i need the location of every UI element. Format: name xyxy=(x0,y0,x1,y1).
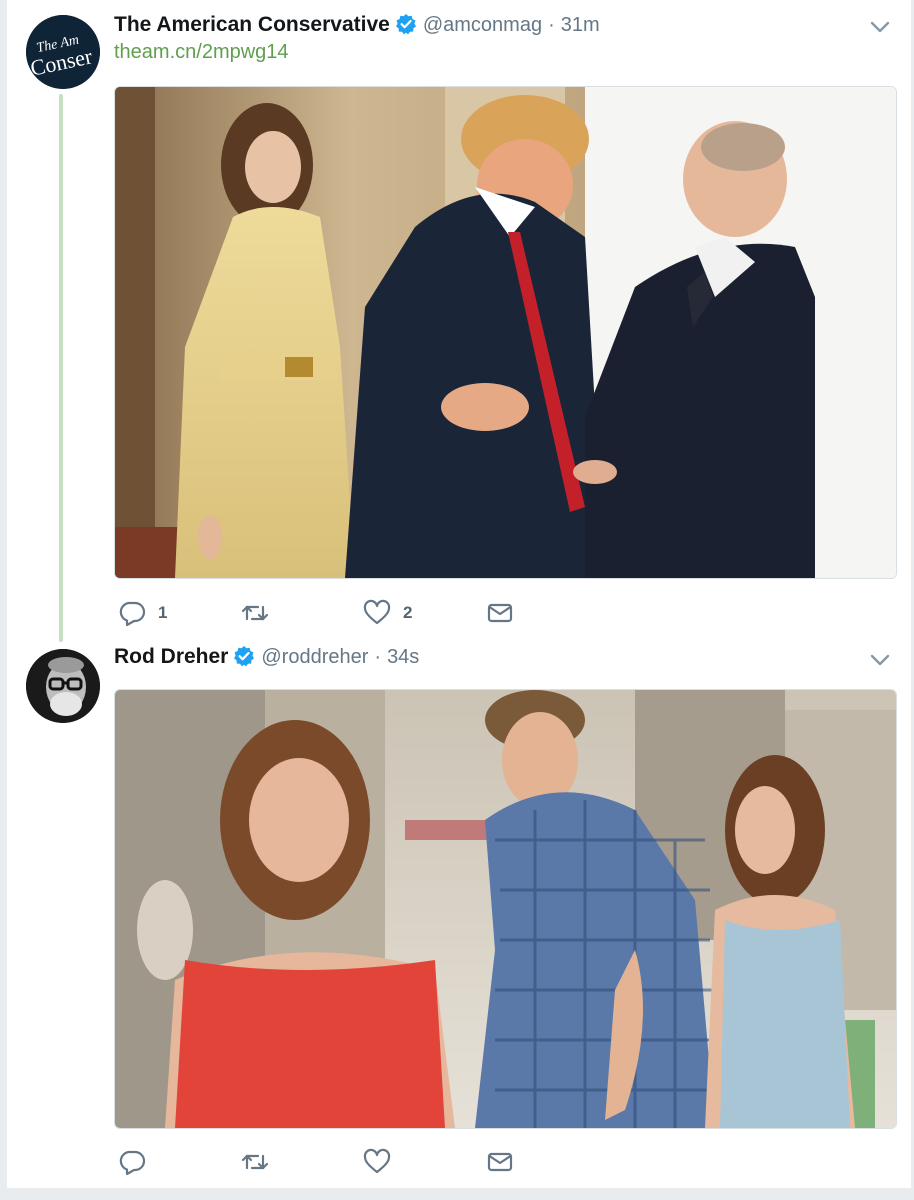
reply-icon xyxy=(119,1150,146,1176)
verified-badge-icon xyxy=(395,13,417,35)
tweet-timestamp[interactable]: 34s xyxy=(387,646,419,669)
reply-icon xyxy=(119,601,146,627)
like-count: 2 xyxy=(403,603,413,622)
envelope-icon xyxy=(487,603,513,623)
separator-dot: · xyxy=(548,14,555,36)
chevron-down-icon[interactable] xyxy=(867,651,893,669)
retweet-button[interactable] xyxy=(240,598,282,628)
author-name[interactable]: The American Conservative xyxy=(114,13,390,37)
retweet-icon xyxy=(241,1154,269,1170)
tweet-link[interactable]: theam.cn/2mpwg14 xyxy=(114,41,289,64)
envelope-icon xyxy=(487,1152,513,1172)
reply-count: 1 xyxy=(158,603,168,622)
separator-dot: · xyxy=(374,646,382,668)
author-handle[interactable]: @roddreher xyxy=(261,646,368,669)
reply-button[interactable] xyxy=(118,1147,158,1177)
direct-message-button[interactable] xyxy=(486,598,514,628)
direct-message-button[interactable] xyxy=(486,1147,514,1177)
like-button[interactable] xyxy=(363,1147,403,1177)
chevron-down-icon[interactable] xyxy=(867,18,893,36)
author-handle[interactable]: @amconmag xyxy=(423,14,542,37)
tweet-photo-distracted-boyfriend[interactable] xyxy=(114,689,897,1129)
tweet-header: The American Conservative @amconmag · 31… xyxy=(114,9,600,37)
retweet-icon xyxy=(241,605,269,621)
reply-button[interactable]: 1 xyxy=(118,598,167,628)
author-name[interactable]: Rod Dreher xyxy=(114,645,228,669)
left-edge xyxy=(0,0,7,1200)
tweet-photo-handshake[interactable] xyxy=(114,86,897,579)
tweet-header: Rod Dreher @roddreher · 34s xyxy=(114,641,419,669)
avatar-american-conservative[interactable]: The Am Conser xyxy=(26,15,100,89)
verified-badge-icon xyxy=(233,645,255,667)
like-button[interactable]: 2 xyxy=(363,598,412,628)
thread-connector-line xyxy=(59,94,63,642)
retweet-button[interactable] xyxy=(240,1147,282,1177)
heart-icon xyxy=(363,1148,391,1174)
bottom-divider xyxy=(0,1188,914,1200)
avatar-rod-dreher[interactable] xyxy=(26,649,100,723)
tweet-timestamp[interactable]: 31m xyxy=(561,14,600,37)
heart-icon xyxy=(363,599,391,625)
